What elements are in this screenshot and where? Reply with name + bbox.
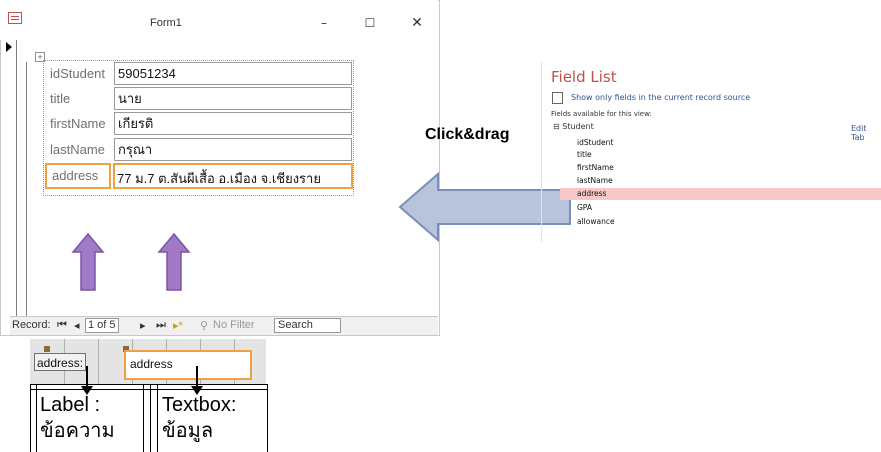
label-caption: Label : ข้อความ: [40, 392, 140, 444]
form-body-edge: [26, 62, 27, 316]
field-list-divider: [541, 62, 542, 242]
caption-border: [30, 384, 31, 452]
record-selector-bar: [16, 40, 17, 316]
up-arrow-icon: [157, 232, 191, 291]
minimize-button[interactable]: –: [315, 16, 333, 30]
textbox-caption-line2: ข้อมูล: [162, 420, 214, 442]
field-highlight: [560, 188, 881, 200]
field-item-address[interactable]: address: [577, 189, 606, 198]
previous-record-icon[interactable]: ◂: [74, 319, 80, 332]
field-item[interactable]: idStudent: [577, 138, 613, 147]
maximize-button[interactable]: ☐: [361, 16, 379, 30]
label-lastname: lastName: [50, 142, 105, 157]
field-item[interactable]: allowance: [577, 217, 615, 226]
search-input[interactable]: Search: [274, 318, 341, 333]
field-list-title: Field List: [551, 68, 617, 86]
caption-border: [143, 384, 144, 452]
document-icon: [552, 92, 563, 104]
form-icon: [8, 12, 22, 24]
record-navigation-bar: Record: ⏮ ◂ 1 of 5 ▸ ⏭ ▸* ⚲ No Filter Se…: [10, 316, 438, 335]
fields-available-heading: Fields available for this view:: [551, 110, 652, 118]
textbox-lastname[interactable]: กรุณา: [114, 138, 352, 161]
label-address: address: [52, 168, 99, 183]
textbox-caption-line1: Textbox:: [162, 394, 237, 416]
left-arrow-icon: [398, 172, 571, 242]
table-name: Student: [562, 122, 594, 131]
label-idstudent: idStudent: [50, 66, 105, 81]
design-label-address[interactable]: address:: [34, 353, 86, 371]
textbox-title[interactable]: นาย: [114, 87, 352, 110]
record-number-field[interactable]: 1 of 5: [85, 318, 119, 333]
label-caption-line2: ข้อความ: [40, 420, 115, 442]
click-drag-annotation: Click&drag: [425, 126, 510, 143]
show-only-fields-link[interactable]: Show only fields in the current record s…: [571, 93, 750, 102]
label-title: title: [50, 91, 71, 106]
record-label: Record:: [12, 319, 51, 331]
field-item[interactable]: GPA: [577, 203, 592, 212]
caption-border: [30, 389, 268, 390]
field-item[interactable]: lastName: [577, 176, 613, 185]
field-item[interactable]: firstName: [577, 163, 614, 172]
textbox-caption: Textbox: ข้อมูล: [162, 392, 272, 444]
table-node-student[interactable]: ⊟ Student: [553, 122, 594, 131]
textbox-address[interactable]: 77 ม.7 ต.สันผีเสื้อ อ.เมือง จ.เชียงราย: [117, 168, 321, 189]
textbox-idstudent[interactable]: 59051234: [114, 62, 352, 85]
title-bar: Form1 – ☐ ✕: [0, 0, 438, 40]
filter-status[interactable]: No Filter: [213, 319, 255, 331]
grid-line: [98, 339, 99, 384]
design-textbox-address[interactable]: address: [124, 350, 252, 380]
field-item[interactable]: title: [577, 150, 592, 159]
last-record-icon[interactable]: ⏭: [156, 319, 166, 332]
caption-border: [157, 384, 158, 452]
edit-table-link[interactable]: Edit Tab: [851, 124, 881, 142]
new-record-icon[interactable]: ▸*: [173, 319, 183, 332]
label-firstname: firstName: [50, 116, 106, 131]
record-selector-icon[interactable]: [6, 42, 12, 52]
next-record-icon[interactable]: ▸: [140, 319, 146, 332]
filter-icon[interactable]: ⚲: [200, 319, 208, 332]
close-button[interactable]: ✕: [408, 16, 426, 30]
label-caption-line1: Label :: [40, 394, 101, 416]
textbox-firstname[interactable]: เกียรติ: [114, 112, 352, 135]
first-record-icon[interactable]: ⏮: [57, 319, 67, 332]
caption-border: [36, 384, 37, 452]
up-arrow-icon: [71, 232, 105, 291]
move-handle-icon[interactable]: [44, 346, 50, 352]
caption-border: [30, 384, 268, 385]
window-title: Form1: [150, 17, 182, 29]
caption-border: [150, 384, 151, 452]
